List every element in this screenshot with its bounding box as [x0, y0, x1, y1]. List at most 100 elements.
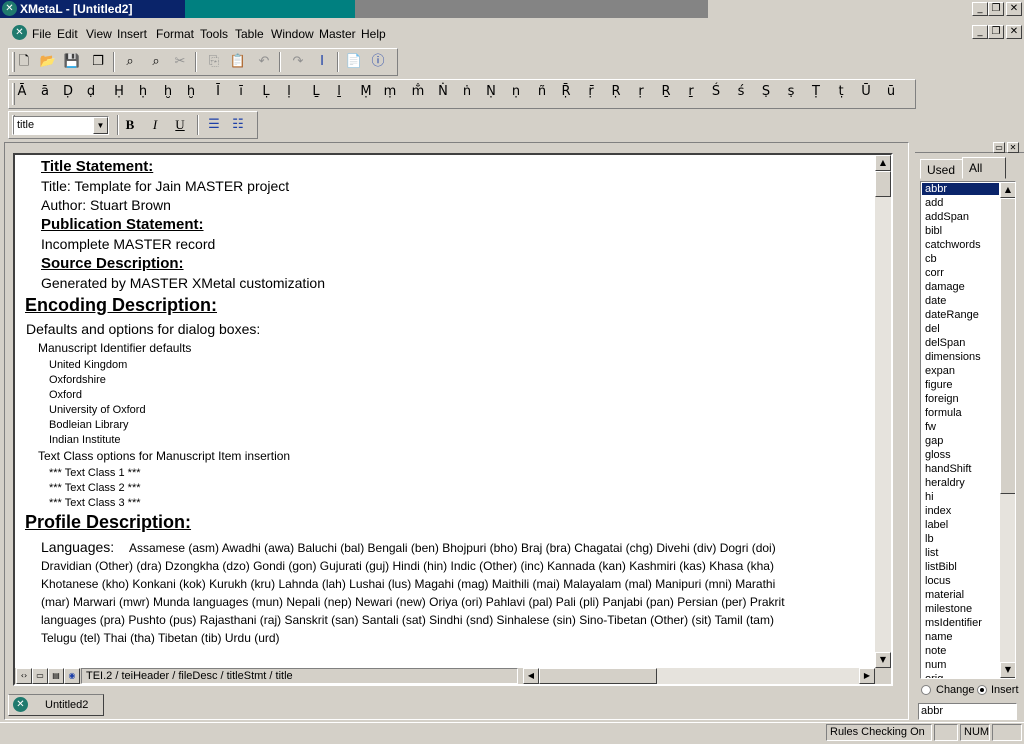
copy-icon[interactable]: ⎘ — [203, 51, 225, 73]
char-button[interactable]: ā — [33, 84, 57, 99]
char-button[interactable]: ḷ — [277, 84, 301, 99]
menu-edit[interactable]: Edit — [57, 27, 78, 41]
element-list-item[interactable]: handShift — [925, 463, 971, 475]
tab-all[interactable]: All — [962, 157, 1006, 179]
bulleted-list-icon[interactable]: ☷ — [227, 114, 249, 136]
char-button[interactable]: Ṃ — [354, 84, 378, 99]
char-button[interactable]: ṟ — [679, 84, 703, 99]
document-icon[interactable]: ✕ — [12, 25, 27, 40]
char-button[interactable]: ṃ — [378, 84, 402, 99]
menu-window[interactable]: Window — [271, 27, 314, 41]
element-list-item[interactable]: gloss — [925, 449, 951, 461]
char-button[interactable]: Ṝ — [554, 84, 578, 99]
element-list-item[interactable]: formula — [925, 407, 962, 419]
element-list-item[interactable]: dateRange — [925, 309, 979, 321]
char-button[interactable]: ḥ — [131, 84, 155, 99]
list-scroll-up-icon[interactable]: ▲ — [1000, 182, 1015, 198]
undo-icon[interactable]: ↶ — [253, 51, 275, 73]
element-list-item[interactable]: del — [925, 323, 940, 335]
element-list-item[interactable]: gap — [925, 435, 943, 447]
plain-text-view-icon[interactable]: ▤ — [48, 668, 64, 684]
char-button[interactable]: ś — [729, 84, 753, 99]
char-button[interactable]: ṅ — [455, 84, 479, 99]
element-list-item[interactable]: expan — [925, 365, 955, 377]
element-list-item[interactable]: bibl — [925, 225, 942, 237]
save-icon[interactable]: 💾 — [61, 51, 83, 73]
char-button[interactable]: ḫ — [179, 84, 203, 99]
menu-insert[interactable]: Insert — [117, 27, 147, 41]
element-breadcrumb[interactable]: TEI.2 / teiHeader / fileDesc / titleStmt… — [81, 668, 518, 684]
doc-minimize-icon[interactable]: _ — [972, 25, 988, 39]
char-button[interactable]: ḍ — [79, 84, 103, 99]
char-button[interactable]: ṝ — [579, 84, 603, 99]
char-button[interactable]: Ṇ — [479, 84, 503, 99]
element-list-item[interactable]: date — [925, 295, 946, 307]
browser-preview-icon[interactable]: ◉ — [64, 668, 80, 684]
element-list-item[interactable]: figure — [925, 379, 953, 391]
open-folder-icon[interactable]: 📂 — [37, 51, 59, 73]
app-icon[interactable]: ✕ — [2, 1, 17, 16]
scroll-right-icon[interactable]: ▶ — [859, 668, 875, 684]
list-scroll-thumb[interactable] — [1000, 198, 1015, 494]
element-list-item[interactable]: milestone — [925, 603, 972, 615]
element-list-item[interactable]: hi — [925, 491, 934, 503]
char-button[interactable]: Ḷ — [254, 84, 278, 99]
minimize-icon[interactable]: _ — [972, 2, 988, 16]
panel-float-icon[interactable]: ▭ — [993, 142, 1005, 153]
vertical-scroll-thumb[interactable] — [875, 171, 891, 197]
underline-button[interactable]: U — [169, 114, 191, 136]
element-list-item[interactable]: heraldry — [925, 477, 965, 489]
cut-icon[interactable]: ✂ — [169, 51, 191, 73]
menu-tools[interactable]: Tools — [200, 27, 228, 41]
char-button[interactable]: Ṭ — [804, 84, 828, 99]
menu-view[interactable]: View — [86, 27, 112, 41]
cursor-icon[interactable]: I — [311, 51, 333, 73]
char-button[interactable]: Ṅ — [431, 84, 455, 99]
element-list-item[interactable]: corr — [925, 267, 944, 279]
find-replace-icon[interactable]: ⌕ — [145, 51, 167, 73]
element-list-item[interactable]: add — [925, 197, 943, 209]
char-button[interactable]: Ū — [854, 84, 878, 99]
scroll-down-icon[interactable]: ▼ — [875, 652, 891, 668]
element-list-item[interactable]: note — [925, 645, 946, 657]
bold-button[interactable]: B — [119, 114, 141, 136]
find-icon[interactable]: ⌕ — [119, 51, 141, 73]
scroll-up-icon[interactable]: ▲ — [875, 155, 891, 171]
element-list-item[interactable]: addSpan — [925, 211, 969, 223]
doc-close-icon[interactable]: ✕ — [1006, 25, 1022, 39]
char-button[interactable]: Ḍ — [56, 84, 80, 99]
element-list-item[interactable]: index — [925, 505, 951, 517]
panel-close-icon[interactable]: ✕ — [1007, 142, 1019, 153]
element-list-item[interactable]: delSpan — [925, 337, 965, 349]
element-list-item[interactable]: locus — [925, 575, 951, 587]
char-button[interactable]: m̐ — [406, 84, 430, 99]
radio-change[interactable] — [921, 685, 931, 695]
scroll-left-icon[interactable]: ◀ — [523, 668, 539, 684]
element-list-item[interactable]: label — [925, 519, 948, 531]
menu-format[interactable]: Format — [156, 27, 194, 41]
save-all-icon[interactable]: ❐ — [87, 51, 109, 73]
element-list-item[interactable]: abbr — [922, 183, 999, 195]
element-list-item[interactable]: lb — [925, 533, 934, 545]
char-button[interactable]: ñ — [530, 84, 554, 99]
list-scroll-down-icon[interactable]: ▼ — [1000, 662, 1015, 678]
char-button[interactable]: Ṟ — [654, 84, 678, 99]
restore-icon[interactable]: ❐ — [988, 2, 1004, 16]
close-icon[interactable]: ✕ — [1006, 2, 1022, 16]
tags-on-view-icon[interactable]: ‹› — [16, 668, 32, 684]
radio-insert[interactable] — [977, 685, 987, 695]
document-tab[interactable]: ✕ Untitled2 — [8, 694, 104, 716]
element-list-item[interactable]: dimensions — [925, 351, 981, 363]
new-file-icon[interactable]: 🗋 — [13, 51, 35, 73]
info-icon[interactable]: ⓘ — [367, 51, 389, 73]
element-list-item[interactable]: msIdentifier — [925, 617, 982, 629]
element-list-item[interactable]: material — [925, 589, 964, 601]
char-button[interactable]: Ś — [704, 84, 728, 99]
element-list-item[interactable]: num — [925, 659, 946, 671]
char-button[interactable]: ṛ — [629, 84, 653, 99]
tab-used[interactable]: Used — [920, 159, 964, 179]
char-button[interactable]: ī — [229, 84, 253, 99]
element-list-item[interactable]: cb — [925, 253, 937, 265]
menu-master[interactable]: Master — [319, 27, 356, 41]
element-list-item[interactable]: damage — [925, 281, 965, 293]
